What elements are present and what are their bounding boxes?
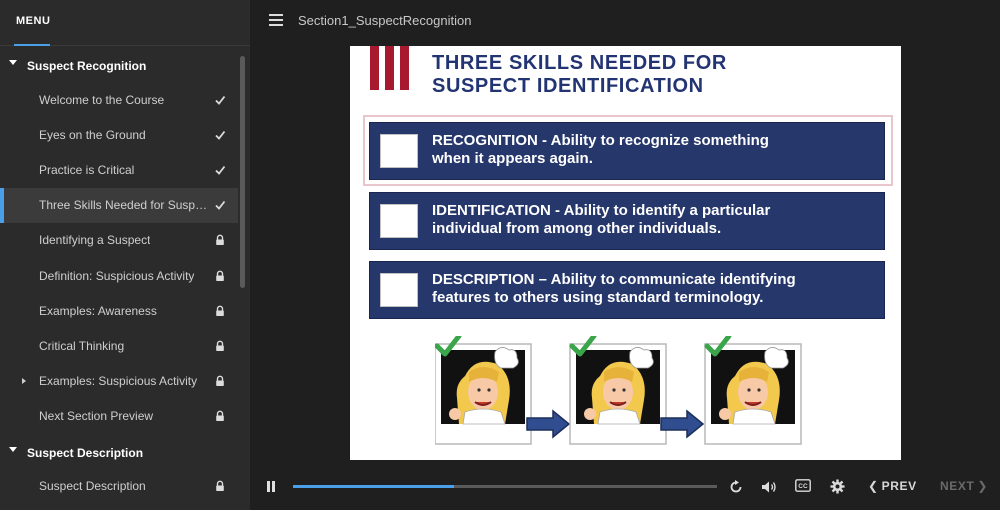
- pause-icon[interactable]: [267, 481, 275, 492]
- sidebar-section[interactable]: Suspect Description: [0, 434, 238, 469]
- page-title: Section1_SuspectRecognition: [298, 13, 472, 28]
- sidebar-lesson-label: Three Skills Needed for Suspect Identifi…: [39, 198, 209, 213]
- arrow-right-icon: [660, 410, 704, 438]
- skill-text-line: features to others using standard termin…: [432, 289, 764, 306]
- caret-down-icon: [9, 446, 17, 452]
- sidebar-lesson-label: Welcome to the Course: [39, 92, 165, 107]
- skill-text-line: RECOGNITION - Ability to recognize somet…: [432, 132, 769, 149]
- sidebar-lesson-label: Examples: Awareness: [39, 303, 157, 318]
- sidebar-lesson-item[interactable]: Critical Thinking: [0, 328, 238, 363]
- hamburger-menu-icon[interactable]: [269, 14, 283, 26]
- top-bar: Section1_SuspectRecognition: [250, 0, 1000, 42]
- skill-text-line: IDENTIFICATION - Ability to identify a p…: [432, 202, 771, 219]
- menu-tab-underline: [14, 44, 50, 46]
- slide-title-line: THREE SKILLS NEEDED FOR: [432, 52, 727, 74]
- sidebar: MENU Suspect Recognition Welcome to the C…: [0, 0, 250, 510]
- sidebar-lesson-item[interactable]: Practice is Critical: [0, 152, 238, 187]
- sidebar-section[interactable]: Suspect Recognition: [0, 47, 238, 82]
- skill-text: IDENTIFICATION - Ability to identify a p…: [432, 202, 874, 238]
- sidebar-lesson-item[interactable]: Examples: Suspicious Activity: [0, 364, 238, 399]
- sidebar-section-title: Suspect Recognition: [27, 59, 147, 73]
- progress-bar[interactable]: [293, 485, 717, 488]
- course-outline: Suspect Recognition Welcome to the Course…: [0, 47, 238, 504]
- sidebar-lesson-item[interactable]: Identifying a Suspect: [0, 223, 238, 258]
- skill-box-description[interactable]: DESCRIPTION – Ability to communicate ide…: [369, 261, 885, 319]
- progress-fill: [293, 485, 455, 488]
- prev-button[interactable]: ❮ PREV: [868, 479, 917, 493]
- replay-icon[interactable]: [729, 480, 743, 494]
- sidebar-lesson-item[interactable]: Next Section Preview: [0, 399, 238, 434]
- menu-tab[interactable]: MENU: [16, 15, 50, 27]
- lock-icon: [216, 481, 224, 492]
- chevron-left-icon: ❮: [868, 479, 879, 493]
- sidebar-lesson-label: Examples: Suspicious Activity: [39, 374, 198, 389]
- skill-checkbox[interactable]: [380, 273, 418, 307]
- svg-text:CC: CC: [798, 483, 808, 490]
- chevron-right-icon: ❯: [977, 479, 989, 493]
- lock-icon: [216, 305, 224, 316]
- sidebar-lesson-label: Next Section Preview: [39, 409, 154, 424]
- player-controls: CC ❮ PREV NEXT ❯: [250, 465, 1000, 510]
- skill-checkbox[interactable]: [380, 204, 418, 238]
- sidebar-lesson-label: Critical Thinking: [39, 338, 125, 353]
- sidebar-lesson-item[interactable]: Eyes on the Ground: [0, 117, 238, 152]
- sidebar-lesson-item[interactable]: Three Skills Needed for Suspect Identifi…: [0, 187, 238, 223]
- sidebar-lesson-item[interactable]: Suspect Description: [0, 469, 238, 504]
- sidebar-lesson-item[interactable]: Definition: Suspicious Activity: [0, 258, 238, 293]
- chef-photo-1: [435, 336, 531, 444]
- next-button[interactable]: NEXT ❯: [940, 479, 988, 493]
- recognition-illustration: [435, 336, 815, 454]
- sidebar-lesson-item[interactable]: Examples: Awareness: [0, 293, 238, 328]
- sidebar-lesson-label: Identifying a Suspect: [39, 233, 151, 248]
- menu-header: MENU: [0, 0, 250, 46]
- skill-text: RECOGNITION - Ability to recognize somet…: [432, 132, 874, 168]
- sidebar-lesson-label: Suspect Description: [39, 479, 146, 494]
- skill-text-line: individual from among other individuals.: [432, 220, 722, 237]
- caret-down-icon: [9, 60, 17, 65]
- sidebar-scrollbar[interactable]: [240, 56, 245, 288]
- prev-button-label: PREV: [881, 479, 917, 493]
- lock-icon: [216, 270, 224, 281]
- checkmark-icon: [215, 201, 226, 211]
- lock-icon: [216, 340, 224, 351]
- volume-icon[interactable]: [761, 480, 777, 494]
- skill-text: DESCRIPTION – Ability to communicate ide…: [432, 271, 874, 307]
- checkmark-icon: [215, 95, 226, 105]
- course-player: MENU Suspect Recognition Welcome to the C…: [0, 0, 1000, 510]
- skill-text-line: DESCRIPTION – Ability to communicate ide…: [432, 271, 796, 288]
- chef-photo-2: [570, 336, 666, 444]
- skill-box-identification[interactable]: IDENTIFICATION - Ability to identify a p…: [369, 192, 885, 250]
- sidebar-lesson-label: Eyes on the Ground: [39, 127, 146, 142]
- sidebar-section-title: Suspect Description: [27, 445, 144, 460]
- sidebar-lesson-label: Practice is Critical: [39, 162, 135, 177]
- chef-photo-3: [705, 336, 801, 444]
- lock-icon: [216, 410, 224, 422]
- settings-icon[interactable]: [830, 479, 845, 494]
- slide-title: THREE SKILLS NEEDED FOR SUSPECT IDENTIFI…: [432, 52, 852, 98]
- caret-right-icon[interactable]: [22, 378, 26, 385]
- checkmark-icon: [215, 130, 226, 140]
- sidebar-lesson-item[interactable]: Welcome to the Course: [0, 82, 238, 117]
- lock-icon: [216, 234, 224, 246]
- closed-captions-icon[interactable]: CC: [795, 479, 811, 492]
- slide: THREE SKILLS NEEDED FOR SUSPECT IDENTIFI…: [350, 46, 901, 460]
- skill-box-recognition[interactable]: RECOGNITION - Ability to recognize somet…: [369, 122, 885, 180]
- next-button-label: NEXT: [940, 479, 975, 493]
- checkmark-icon: [215, 165, 226, 175]
- slide-title-line: SUSPECT IDENTIFICATION: [432, 75, 704, 97]
- sidebar-lesson-label: Definition: Suspicious Activity: [39, 268, 195, 283]
- lock-icon: [216, 375, 224, 387]
- skill-text-line: when it appears again.: [432, 150, 593, 167]
- brand-bars-icon: [370, 46, 414, 90]
- arrow-right-icon: [526, 410, 570, 438]
- skill-checkbox[interactable]: [380, 134, 418, 168]
